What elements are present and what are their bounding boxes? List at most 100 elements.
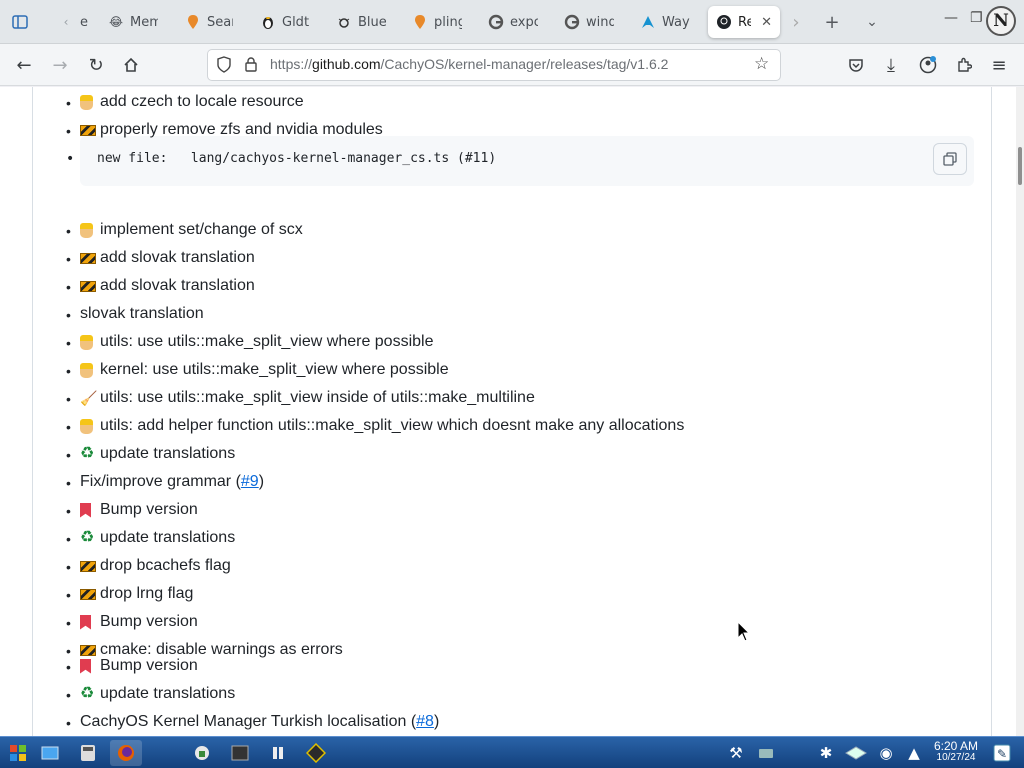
- tab-1[interactable]: ‹ e: [50, 6, 98, 38]
- construction-worker-emoji-icon: [80, 334, 93, 350]
- close-tab-icon[interactable]: ✕: [761, 15, 772, 30]
- terminal-icon[interactable]: [226, 740, 254, 766]
- downloads-icon[interactable]: ⤓: [877, 51, 905, 79]
- app-launcher-icon[interactable]: [302, 740, 330, 766]
- list-item: • drop bcachefs flag: [66, 555, 231, 577]
- list-item-text: utils: add helper function utils::make_s…: [100, 417, 685, 434]
- update-tray-icon[interactable]: ◉: [872, 740, 900, 766]
- lock-icon[interactable]: [244, 56, 258, 76]
- home-icon[interactable]: [117, 51, 145, 79]
- construction-worker-emoji-icon: [80, 94, 93, 110]
- list-item-text: Bump version: [100, 657, 198, 674]
- recycle-emoji-icon: ♻: [80, 445, 95, 462]
- copy-button[interactable]: [933, 143, 967, 175]
- tools-tray-icon[interactable]: ⚒: [722, 740, 750, 766]
- bookmark-star-icon[interactable]: ☆: [754, 54, 769, 74]
- bug-icon: [336, 14, 352, 30]
- bluetooth-tray-icon[interactable]: ✱: [812, 740, 840, 766]
- notes-tray-icon[interactable]: ✎: [988, 740, 1016, 766]
- pause-icon[interactable]: [264, 740, 292, 766]
- list-all-tabs-icon[interactable]: ⌄: [858, 8, 886, 36]
- shield-icon[interactable]: [216, 56, 232, 78]
- calculator-icon[interactable]: [74, 740, 102, 766]
- url-path: /CachyOS/kernel-manager/releases/tag/v1.…: [380, 56, 669, 72]
- list-bullet: •: [66, 223, 71, 239]
- show-desktop-icon[interactable]: [36, 740, 64, 766]
- tab-5[interactable]: Blue: [328, 6, 394, 38]
- list-item: • slovak translation: [66, 303, 204, 325]
- scroll-tabs-right-icon[interactable]: ›: [782, 8, 810, 36]
- list-item-text: drop bcachefs flag: [100, 557, 231, 574]
- avatar[interactable]: N: [986, 6, 1016, 36]
- network-manager-icon[interactable]: [188, 740, 216, 766]
- list-item-text: Fix/improve grammar (: [80, 473, 241, 490]
- tab-7[interactable]: expo: [480, 6, 546, 38]
- list-bullet: •: [66, 531, 71, 547]
- list-item: • kernel: use utils::make_split_view wher…: [66, 359, 449, 381]
- keyboard-tray-icon[interactable]: [752, 740, 780, 766]
- copy-icon: [943, 152, 957, 166]
- tab-3[interactable]: Sear: [177, 6, 241, 38]
- list-bullet: •: [66, 715, 71, 731]
- list-item-text: utils: use utils::make_split_view where …: [100, 333, 434, 350]
- list-item-text: utils: use utils::make_split_view inside…: [100, 389, 535, 406]
- tab-active-github[interactable]: Re ✕: [708, 6, 780, 38]
- list-item-text: add czech to locale resource: [100, 93, 304, 110]
- list-item-text-suffix: ): [433, 713, 440, 730]
- bookmark-emoji-icon: [80, 502, 91, 518]
- scrollbar-thumb[interactable]: [1018, 147, 1022, 185]
- restore-icon[interactable]: ❐: [970, 10, 983, 26]
- list-bullet: •: [66, 391, 71, 407]
- firefox-icon[interactable]: [110, 740, 142, 766]
- tab-label: expo: [510, 14, 538, 30]
- account-icon[interactable]: [914, 51, 942, 79]
- list-bullet: •: [66, 279, 71, 295]
- list-bullet: •: [66, 95, 71, 111]
- forward-icon[interactable]: →: [46, 51, 74, 79]
- pull-request-link[interactable]: #8: [416, 713, 434, 731]
- recycle-emoji-icon: ♻: [80, 685, 95, 702]
- expand-tray-icon[interactable]: ▲: [900, 740, 928, 766]
- list-item-text: slovak translation: [80, 305, 204, 322]
- pull-request-link[interactable]: #9: [241, 473, 259, 491]
- tab-label: Gldt: [282, 14, 310, 30]
- list-bullet: •: [66, 419, 71, 435]
- address-bar[interactable]: https://github.com/CachyOS/kernel-manage…: [208, 50, 780, 80]
- sidebar-icon: [12, 14, 28, 30]
- construction-barrier-emoji-icon: [80, 252, 96, 264]
- new-tab-icon[interactable]: +: [818, 8, 846, 36]
- list-bullet: •: [66, 123, 71, 139]
- list-item: • Bump version: [66, 655, 198, 677]
- tab-label: Blue: [358, 14, 386, 30]
- reload-icon[interactable]: ↻: [82, 51, 110, 79]
- construction-barrier-emoji-icon: [80, 644, 96, 656]
- start-menu-icon[interactable]: [4, 740, 32, 766]
- tab-9[interactable]: Way: [632, 6, 702, 38]
- url-text[interactable]: https://github.com/CachyOS/kernel-manage…: [270, 56, 668, 72]
- search-location-icon: [185, 14, 201, 30]
- menu-icon[interactable]: ≡: [985, 51, 1013, 79]
- list-bullet: •: [66, 559, 71, 575]
- list-item: • add slovak translation: [66, 275, 255, 297]
- arch-icon: [640, 14, 656, 30]
- tab-label: Re: [738, 14, 752, 30]
- google-icon: [488, 14, 504, 30]
- list-item-text: implement set/change of scx: [100, 221, 303, 238]
- page-scrollbar[interactable]: [1016, 87, 1024, 736]
- network-tray-icon[interactable]: [842, 740, 870, 766]
- tab-4[interactable]: Gldt: [252, 6, 318, 38]
- tab-6[interactable]: pling: [404, 6, 470, 38]
- tab-2[interactable]: 😂 Mem: [100, 6, 166, 38]
- list-item: • add slovak translation: [66, 247, 255, 269]
- clock[interactable]: 6:20 AM 10/27/24: [926, 740, 986, 764]
- list-item-text: add slovak translation: [100, 277, 255, 294]
- tab-sidebar-toggle[interactable]: [4, 6, 38, 38]
- back-icon[interactable]: ←: [10, 51, 38, 79]
- extensions-icon[interactable]: [950, 51, 978, 79]
- tab-label: e: [80, 14, 88, 30]
- pocket-icon[interactable]: [842, 51, 870, 79]
- tab-8[interactable]: wind: [556, 6, 622, 38]
- google-icon: [564, 14, 580, 30]
- minimize-icon[interactable]: —: [944, 10, 958, 26]
- list-item: • implement set/change of scx: [66, 219, 303, 241]
